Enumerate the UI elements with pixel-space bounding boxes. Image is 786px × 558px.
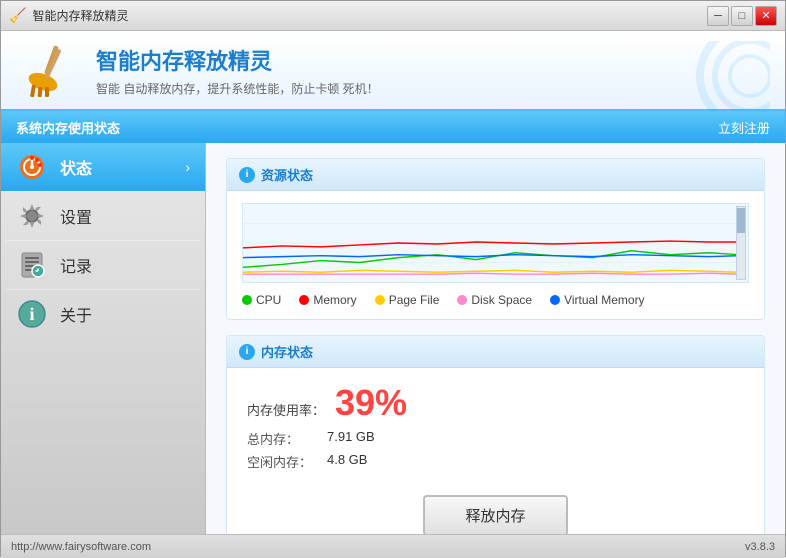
header-logo <box>21 40 81 100</box>
maximize-button[interactable]: □ <box>731 6 753 26</box>
header-watermark <box>670 41 770 111</box>
register-button[interactable]: 立刻注册 <box>718 118 770 137</box>
records-nav-icon <box>16 249 48 281</box>
chart-scrollbar[interactable] <box>736 206 746 280</box>
resource-section-title: 资源状态 <box>261 165 313 184</box>
sidebar-item-about[interactable]: i 关于 <box>1 290 205 338</box>
memory-section-title: 内存状态 <box>261 342 313 361</box>
diskspace-dot <box>457 295 467 305</box>
legend-diskspace: Disk Space <box>457 293 532 307</box>
resource-section: i 资源状态 <box>226 158 765 320</box>
resource-info-icon: i <box>239 167 255 183</box>
diskspace-label: Disk Space <box>471 293 532 307</box>
app-tagline: 智能 自动释放内存，提升系统性能，防止卡顿 死机！ <box>96 80 379 97</box>
status-bar: 系统内存使用状态 立刻注册 <box>1 111 785 143</box>
bottom-bar: http://www.fairysoftware.com v3.8.3 <box>1 534 785 558</box>
release-memory-button[interactable]: 释放内存 <box>423 495 567 534</box>
main-layout: 状态 › 设置 <box>1 143 785 534</box>
status-nav-icon <box>16 151 48 183</box>
records-nav-label: 记录 <box>60 253 190 277</box>
memory-usage-row: 内存使用率： 39% <box>247 385 744 421</box>
memory-total-row: 总内存： 7.91 GB <box>247 429 744 448</box>
chart-legend: CPU Memory Page File Disk Space <box>242 293 749 307</box>
sidebar-item-records[interactable]: 记录 <box>1 241 205 289</box>
cpu-label: CPU <box>256 293 281 307</box>
resource-section-header: i 资源状态 <box>227 159 764 191</box>
app-name: 智能内存释放精灵 <box>96 44 379 76</box>
status-nav-arrow: › <box>185 159 190 175</box>
about-nav-icon: i <box>16 298 48 330</box>
about-nav-label: 关于 <box>60 302 190 326</box>
settings-nav-icon <box>16 200 48 232</box>
legend-virtualmem: Virtual Memory <box>550 293 644 307</box>
memory-usage-percent: 39% <box>335 385 407 421</box>
legend-cpu: CPU <box>242 293 281 307</box>
header-text: 智能内存释放精灵 智能 自动释放内存，提升系统性能，防止卡顿 死机！ <box>96 44 379 97</box>
memory-stats: 内存使用率： 39% 总内存： 7.91 GB 空闲内存： 4.8 GB <box>242 380 749 480</box>
title-bar-text: 智能内存释放精灵 <box>32 7 128 24</box>
minimize-button[interactable]: ─ <box>707 6 729 26</box>
memory-free-value: 4.8 GB <box>327 452 367 471</box>
settings-nav-label: 设置 <box>60 204 190 228</box>
memory-total-label: 总内存： <box>247 429 317 448</box>
memory-free-row: 空闲内存： 4.8 GB <box>247 452 744 471</box>
pagefile-label: Page File <box>389 293 440 307</box>
memory-dot <box>299 295 309 305</box>
memory-free-label: 空闲内存： <box>247 452 317 471</box>
legend-pagefile: Page File <box>375 293 440 307</box>
memory-label: Memory <box>313 293 356 307</box>
memory-section-header: i 内存状态 <box>227 336 764 368</box>
virtualmem-dot <box>550 295 560 305</box>
status-bar-title: 系统内存使用状态 <box>16 118 120 137</box>
sidebar: 状态 › 设置 <box>1 143 206 534</box>
app-icon: 🧹 <box>9 7 26 24</box>
website-url: http://www.fairysoftware.com <box>11 541 151 553</box>
app-header: 智能内存释放精灵 智能 自动释放内存，提升系统性能，防止卡顿 死机！ <box>1 31 785 111</box>
memory-section-body: 内存使用率： 39% 总内存： 7.91 GB 空闲内存： 4.8 GB 释放内… <box>227 368 764 534</box>
resource-section-body: CPU Memory Page File Disk Space <box>227 191 764 319</box>
version-label: v3.8.3 <box>745 541 775 553</box>
svg-text:i: i <box>29 304 34 324</box>
title-bar-left: 🧹 智能内存释放精灵 <box>9 7 128 24</box>
chart-scrollbar-thumb[interactable] <box>737 208 745 233</box>
legend-memory: Memory <box>299 293 356 307</box>
cpu-dot <box>242 295 252 305</box>
title-bar: 🧹 智能内存释放精灵 ─ □ ✕ <box>1 1 785 31</box>
status-nav-label: 状态 <box>60 155 173 179</box>
close-button[interactable]: ✕ <box>755 6 777 26</box>
content-area: i 资源状态 <box>206 143 785 534</box>
sidebar-item-status[interactable]: 状态 › <box>1 143 205 191</box>
sidebar-item-settings[interactable]: 设置 <box>1 192 205 240</box>
pagefile-dot <box>375 295 385 305</box>
virtualmem-label: Virtual Memory <box>564 293 644 307</box>
resource-chart <box>242 203 749 283</box>
memory-info-icon: i <box>239 344 255 360</box>
memory-total-value: 7.91 GB <box>327 429 375 448</box>
memory-section: i 内存状态 内存使用率： 39% 总内存： 7.91 GB 空闲内存： 4.8… <box>226 335 765 534</box>
title-bar-buttons: ─ □ ✕ <box>707 6 777 26</box>
memory-usage-label: 内存使用率： <box>247 400 325 419</box>
